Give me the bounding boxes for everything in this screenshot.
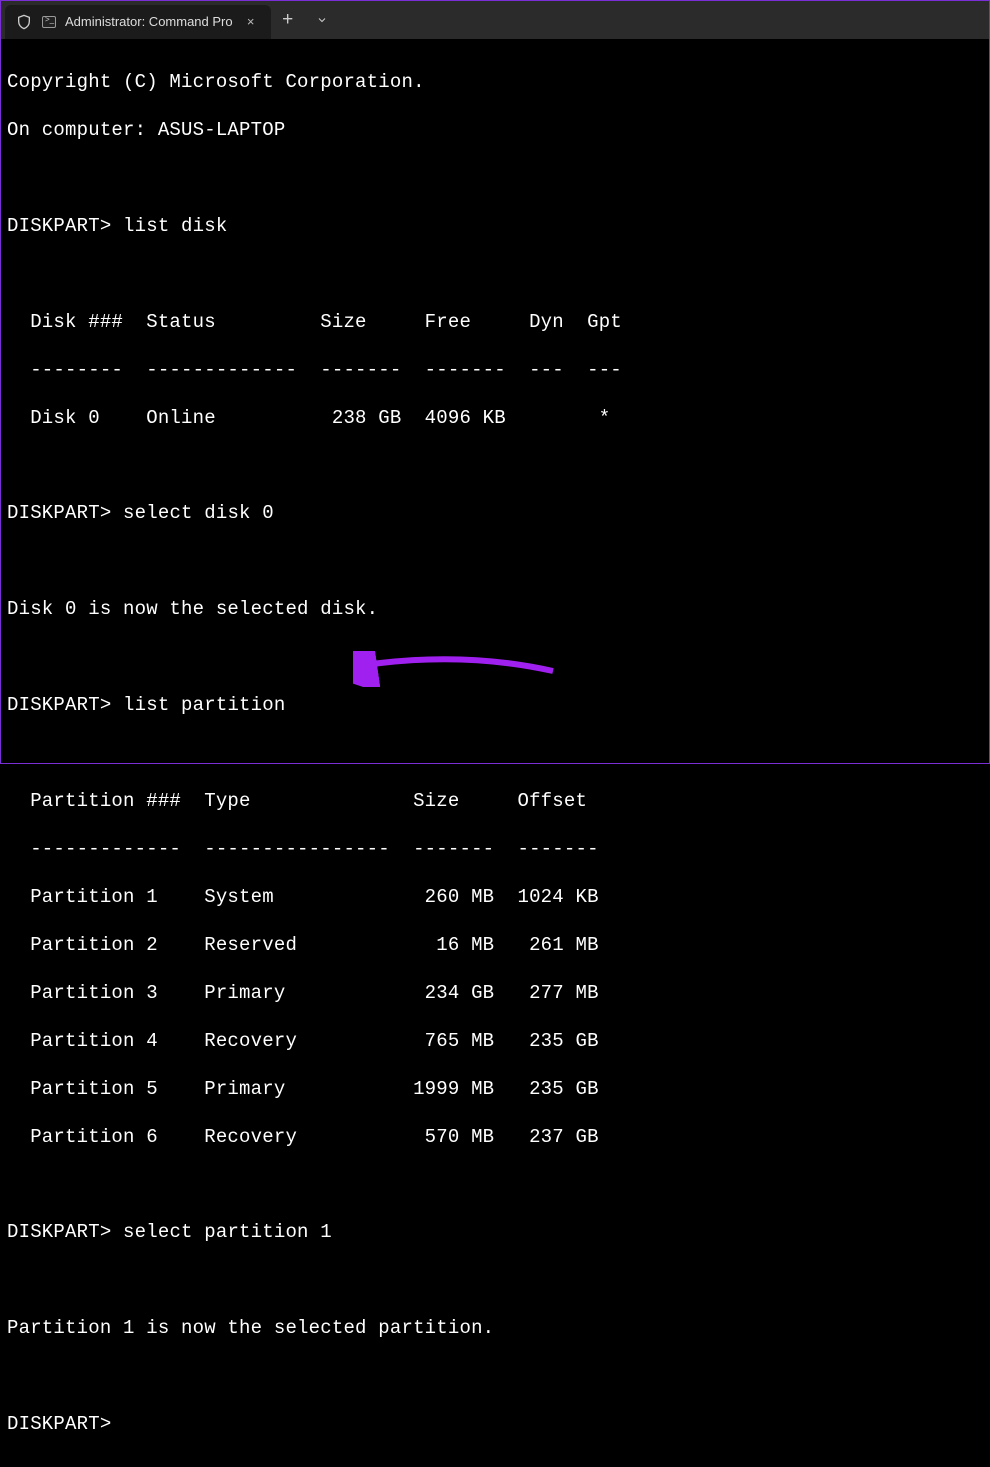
table-row: Partition 2 Reserved 16 MB 261 MB <box>7 934 983 958</box>
partition-table-header: Partition ### Type Size Offset <box>7 790 983 814</box>
cmd-select-disk: select disk 0 <box>123 502 274 524</box>
table-row: Partition 3 Primary 234 GB 277 MB <box>7 982 983 1006</box>
prompt: DISKPART> <box>7 1221 111 1243</box>
terminal-tab[interactable]: Administrator: Command Pro × <box>5 5 271 39</box>
tab-dropdown-button[interactable] <box>305 1 339 39</box>
select-partition-msg: Partition 1 is now the selected partitio… <box>7 1317 983 1341</box>
blank <box>7 1174 983 1198</box>
prompt-line-1: DISKPART> list disk <box>7 215 983 239</box>
select-disk-msg: Disk 0 is now the selected disk. <box>7 598 983 622</box>
tab-controls: + <box>271 1 339 39</box>
prompt: DISKPART> <box>7 502 111 524</box>
blank <box>7 167 983 191</box>
copyright-line: Copyright (C) Microsoft Corporation. <box>7 71 983 95</box>
prompt: DISKPART> <box>7 215 111 237</box>
close-tab-button[interactable]: × <box>241 12 261 32</box>
cmd-list-partition: list partition <box>123 694 285 716</box>
blank <box>7 742 983 766</box>
computer-line: On computer: ASUS-LAPTOP <box>7 119 983 143</box>
cmd-icon <box>41 14 57 30</box>
blank <box>7 454 983 478</box>
blank <box>7 1365 983 1389</box>
terminal-output[interactable]: Copyright (C) Microsoft Corporation. On … <box>1 39 989 1467</box>
disk-table-header: Disk ### Status Size Free Dyn Gpt <box>7 311 983 335</box>
prompt-line-4: DISKPART> select partition 1 <box>7 1221 983 1245</box>
disk-table-divider: -------- ------------- ------- ------- -… <box>7 359 983 383</box>
blank <box>7 263 983 287</box>
new-tab-button[interactable]: + <box>271 1 305 39</box>
tab-title: Administrator: Command Pro <box>65 14 233 30</box>
table-row: Disk 0 Online 238 GB 4096 KB * <box>7 407 983 431</box>
table-row: Partition 5 Primary 1999 MB 235 GB <box>7 1078 983 1102</box>
table-row: Partition 1 System 260 MB 1024 KB <box>7 886 983 910</box>
titlebar: Administrator: Command Pro × + <box>1 1 989 39</box>
shield-icon <box>15 13 33 31</box>
partition-table-divider: ------------- ---------------- ------- -… <box>7 838 983 862</box>
table-row: Partition 6 Recovery 570 MB 237 GB <box>7 1126 983 1150</box>
prompt-line-3: DISKPART> list partition <box>7 694 983 718</box>
table-row: Partition 4 Recovery 765 MB 235 GB <box>7 1030 983 1054</box>
prompt-line-5: DISKPART> <box>7 1413 983 1437</box>
prompt: DISKPART> <box>7 694 111 716</box>
blank <box>7 1269 983 1293</box>
blank <box>7 550 983 574</box>
prompt-line-2: DISKPART> select disk 0 <box>7 502 983 526</box>
cmd-list-disk: list disk <box>123 215 227 237</box>
prompt: DISKPART> <box>7 1413 111 1435</box>
cmd-select-partition: select partition 1 <box>123 1221 332 1243</box>
blank <box>7 646 983 670</box>
